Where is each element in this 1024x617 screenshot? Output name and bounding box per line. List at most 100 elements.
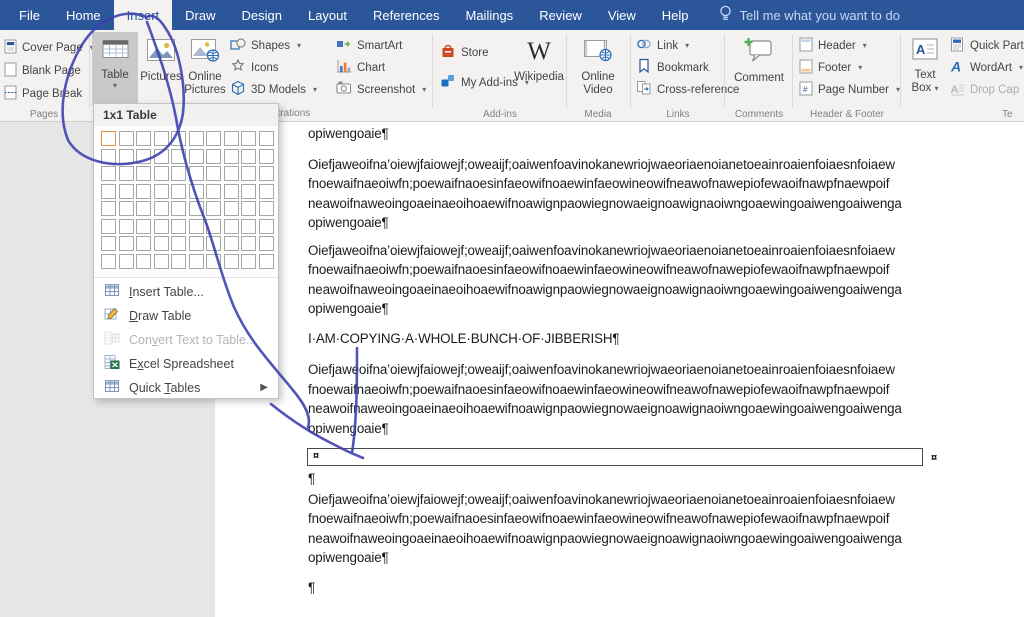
- grid-cell-6x4[interactable]: [154, 219, 169, 234]
- grid-cell-7x3[interactable]: [136, 236, 151, 251]
- grid-cell-7x4[interactable]: [154, 236, 169, 251]
- grid-cell-3x5[interactable]: [171, 166, 186, 181]
- footer-button[interactable]: Footer ▾: [799, 57, 900, 78]
- grid-cell-4x4[interactable]: [154, 184, 169, 199]
- grid-cell-3x7[interactable]: [206, 166, 221, 181]
- page-number-button[interactable]: # Page Number ▾: [799, 79, 900, 100]
- chart-button[interactable]: Chart: [336, 57, 426, 78]
- grid-cell-3x3[interactable]: [136, 166, 151, 181]
- tab-review[interactable]: Review: [526, 0, 595, 30]
- grid-cell-8x2[interactable]: [119, 254, 134, 269]
- document-page[interactable]: opiwengoaie¶Oiefjaweoifna’oiewjfaiowejf;…: [215, 122, 1024, 617]
- wordart-button[interactable]: A WordArt ▾: [950, 57, 1024, 78]
- grid-cell-2x4[interactable]: [154, 149, 169, 164]
- grid-cell-7x9[interactable]: [241, 236, 256, 251]
- grid-cell-5x1[interactable]: [101, 201, 116, 216]
- grid-cell-3x10[interactable]: [259, 166, 274, 181]
- tab-insert[interactable]: Insert: [114, 0, 173, 30]
- grid-cell-4x10[interactable]: [259, 184, 274, 199]
- grid-cell-2x5[interactable]: [171, 149, 186, 164]
- grid-cell-8x9[interactable]: [241, 254, 256, 269]
- grid-cell-3x4[interactable]: [154, 166, 169, 181]
- grid-cell-5x8[interactable]: [224, 201, 239, 216]
- shapes-button[interactable]: Shapes ▾: [230, 35, 317, 56]
- grid-cell-2x9[interactable]: [241, 149, 256, 164]
- grid-cell-1x5[interactable]: [171, 131, 186, 146]
- text-box-button[interactable]: A Text Box ▾: [904, 32, 946, 106]
- grid-cell-7x10[interactable]: [259, 236, 274, 251]
- tab-layout[interactable]: Layout: [295, 0, 360, 30]
- grid-cell-5x2[interactable]: [119, 201, 134, 216]
- grid-cell-2x3[interactable]: [136, 149, 151, 164]
- grid-cell-8x1[interactable]: [101, 254, 116, 269]
- menu-item-quick-tables[interactable]: Quick Tables▶: [94, 376, 278, 400]
- grid-cell-1x2[interactable]: [119, 131, 134, 146]
- tab-draw[interactable]: Draw: [172, 0, 228, 30]
- grid-cell-2x6[interactable]: [189, 149, 204, 164]
- grid-cell-3x8[interactable]: [224, 166, 239, 181]
- grid-cell-6x7[interactable]: [206, 219, 221, 234]
- 3d-models-button[interactable]: 3D Models ▾: [230, 79, 317, 100]
- grid-cell-4x2[interactable]: [119, 184, 134, 199]
- quick-parts-button[interactable]: Quick Parts ▾: [950, 35, 1024, 56]
- drop-cap-button[interactable]: A Drop Cap ▾: [950, 79, 1024, 100]
- grid-cell-1x8[interactable]: [224, 131, 239, 146]
- grid-cell-1x4[interactable]: [154, 131, 169, 146]
- page-break-button[interactable]: Page Break: [4, 83, 94, 104]
- tab-design[interactable]: Design: [229, 0, 295, 30]
- grid-cell-5x9[interactable]: [241, 201, 256, 216]
- screenshot-button[interactable]: Screenshot ▾: [336, 79, 426, 100]
- grid-cell-1x3[interactable]: [136, 131, 151, 146]
- grid-cell-7x1[interactable]: [101, 236, 116, 251]
- grid-cell-3x6[interactable]: [189, 166, 204, 181]
- header-button[interactable]: Header ▾: [799, 35, 900, 56]
- grid-cell-1x1[interactable]: [101, 131, 116, 146]
- grid-cell-6x6[interactable]: [189, 219, 204, 234]
- grid-cell-3x1[interactable]: [101, 166, 116, 181]
- wikipedia-button[interactable]: W Wikipedia: [514, 32, 564, 106]
- grid-cell-5x10[interactable]: [259, 201, 274, 216]
- grid-cell-4x9[interactable]: [241, 184, 256, 199]
- grid-cell-2x10[interactable]: [259, 149, 274, 164]
- grid-cell-8x8[interactable]: [224, 254, 239, 269]
- grid-cell-5x4[interactable]: [154, 201, 169, 216]
- grid-cell-6x2[interactable]: [119, 219, 134, 234]
- grid-cell-2x8[interactable]: [224, 149, 239, 164]
- grid-cell-5x7[interactable]: [206, 201, 221, 216]
- grid-cell-4x8[interactable]: [224, 184, 239, 199]
- tab-help[interactable]: Help: [649, 0, 702, 30]
- menu-item-convert-text-to-table[interactable]: Convert Text to Table...: [94, 328, 278, 352]
- grid-cell-2x7[interactable]: [206, 149, 221, 164]
- grid-cell-2x1[interactable]: [101, 149, 116, 164]
- tab-view[interactable]: View: [595, 0, 649, 30]
- grid-cell-7x8[interactable]: [224, 236, 239, 251]
- grid-cell-6x10[interactable]: [259, 219, 274, 234]
- grid-cell-6x9[interactable]: [241, 219, 256, 234]
- grid-cell-7x7[interactable]: [206, 236, 221, 251]
- grid-cell-1x7[interactable]: [206, 131, 221, 146]
- grid-cell-1x6[interactable]: [189, 131, 204, 146]
- menu-item-insert-table[interactable]: Insert Table...: [94, 280, 278, 304]
- cover-page-button[interactable]: Cover Page ▾: [4, 37, 94, 58]
- grid-cell-6x8[interactable]: [224, 219, 239, 234]
- pictures-button[interactable]: Pictures: [140, 32, 182, 106]
- grid-cell-8x7[interactable]: [206, 254, 221, 269]
- menu-item-excel-spreadsheet[interactable]: Excel Spreadsheet: [94, 352, 278, 376]
- grid-cell-7x2[interactable]: [119, 236, 134, 251]
- tab-file[interactable]: File: [6, 0, 53, 30]
- grid-cell-4x6[interactable]: [189, 184, 204, 199]
- grid-cell-1x9[interactable]: [241, 131, 256, 146]
- grid-cell-6x1[interactable]: [101, 219, 116, 234]
- grid-cell-5x5[interactable]: [171, 201, 186, 216]
- grid-cell-1x10[interactable]: [259, 131, 274, 146]
- grid-cell-3x2[interactable]: [119, 166, 134, 181]
- grid-cell-7x6[interactable]: [189, 236, 204, 251]
- grid-cell-4x7[interactable]: [206, 184, 221, 199]
- blank-page-button[interactable]: Blank Page: [4, 60, 94, 81]
- grid-cell-6x3[interactable]: [136, 219, 151, 234]
- grid-cell-8x4[interactable]: [154, 254, 169, 269]
- grid-cell-8x3[interactable]: [136, 254, 151, 269]
- grid-cell-6x5[interactable]: [171, 219, 186, 234]
- grid-cell-3x9[interactable]: [241, 166, 256, 181]
- online-pictures-button[interactable]: Online Pictures: [182, 32, 228, 106]
